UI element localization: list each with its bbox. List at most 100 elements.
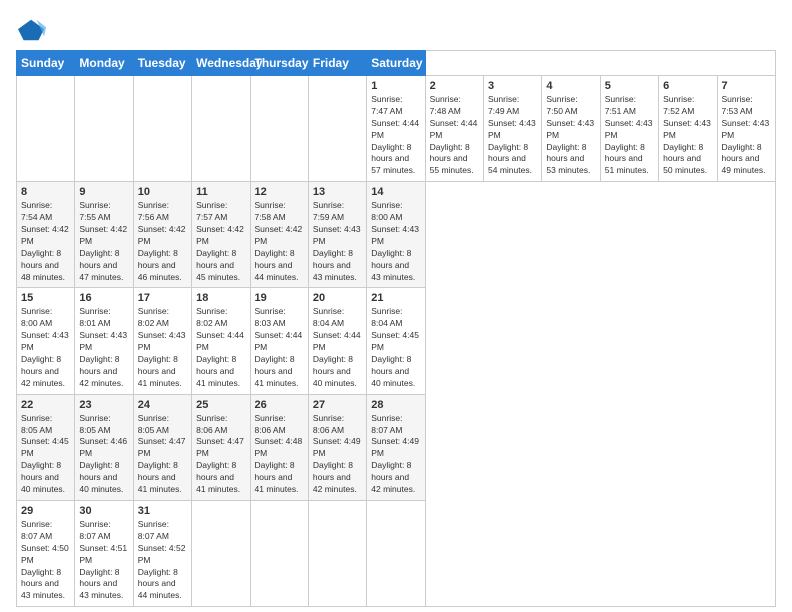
day-number: 13 [313, 186, 362, 198]
header-friday: Friday [308, 51, 366, 76]
calendar-cell: 27 Sunrise: 8:06 AM Sunset: 4:49 PM Dayl… [308, 394, 366, 500]
day-info: Sunrise: 7:58 AM Sunset: 4:42 PM Dayligh… [255, 200, 304, 283]
day-number: 21 [371, 292, 420, 304]
day-info: Sunrise: 8:00 AM Sunset: 4:43 PM Dayligh… [371, 200, 420, 283]
calendar-cell: 10 Sunrise: 7:56 AM Sunset: 4:42 PM Dayl… [133, 182, 191, 288]
calendar-cell [250, 500, 308, 606]
calendar-cell [75, 76, 133, 182]
calendar-cell: 28 Sunrise: 8:07 AM Sunset: 4:49 PM Dayl… [367, 394, 425, 500]
calendar-cell: 31 Sunrise: 8:07 AM Sunset: 4:52 PM Dayl… [133, 500, 191, 606]
calendar-cell: 4 Sunrise: 7:50 AM Sunset: 4:43 PM Dayli… [542, 76, 600, 182]
calendar-cell: 17 Sunrise: 8:02 AM Sunset: 4:43 PM Dayl… [133, 288, 191, 394]
day-info: Sunrise: 8:05 AM Sunset: 4:47 PM Dayligh… [138, 413, 187, 496]
day-info: Sunrise: 8:00 AM Sunset: 4:43 PM Dayligh… [21, 306, 70, 389]
calendar-cell: 8 Sunrise: 7:54 AM Sunset: 4:42 PM Dayli… [17, 182, 75, 288]
calendar-week-1: 8 Sunrise: 7:54 AM Sunset: 4:42 PM Dayli… [17, 182, 776, 288]
day-number: 27 [313, 399, 362, 411]
calendar-cell: 12 Sunrise: 7:58 AM Sunset: 4:42 PM Dayl… [250, 182, 308, 288]
day-info: Sunrise: 8:02 AM Sunset: 4:44 PM Dayligh… [196, 306, 245, 389]
calendar-cell: 15 Sunrise: 8:00 AM Sunset: 4:43 PM Dayl… [17, 288, 75, 394]
day-number: 3 [488, 80, 537, 92]
calendar-cell: 7 Sunrise: 7:53 AM Sunset: 4:43 PM Dayli… [717, 76, 776, 182]
day-number: 31 [138, 505, 187, 517]
header [16, 16, 776, 40]
calendar-cell [308, 76, 366, 182]
day-info: Sunrise: 7:49 AM Sunset: 4:43 PM Dayligh… [488, 94, 537, 177]
header-sunday: Sunday [17, 51, 75, 76]
calendar-cell [192, 76, 250, 182]
day-number: 14 [371, 186, 420, 198]
header-saturday: Saturday [367, 51, 425, 76]
day-number: 16 [79, 292, 128, 304]
day-number: 18 [196, 292, 245, 304]
page: SundayMondayTuesdayWednesdayThursdayFrid… [0, 0, 792, 612]
calendar-cell: 11 Sunrise: 7:57 AM Sunset: 4:42 PM Dayl… [192, 182, 250, 288]
day-info: Sunrise: 7:55 AM Sunset: 4:42 PM Dayligh… [79, 200, 128, 283]
day-info: Sunrise: 8:07 AM Sunset: 4:49 PM Dayligh… [371, 413, 420, 496]
day-info: Sunrise: 8:01 AM Sunset: 4:43 PM Dayligh… [79, 306, 128, 389]
calendar-cell: 1 Sunrise: 7:47 AM Sunset: 4:44 PM Dayli… [367, 76, 425, 182]
day-info: Sunrise: 7:47 AM Sunset: 4:44 PM Dayligh… [371, 94, 420, 177]
day-number: 1 [371, 80, 420, 92]
header-tuesday: Tuesday [133, 51, 191, 76]
day-number: 4 [546, 80, 595, 92]
calendar-cell: 5 Sunrise: 7:51 AM Sunset: 4:43 PM Dayli… [600, 76, 658, 182]
calendar-cell: 20 Sunrise: 8:04 AM Sunset: 4:44 PM Dayl… [308, 288, 366, 394]
day-info: Sunrise: 7:50 AM Sunset: 4:43 PM Dayligh… [546, 94, 595, 177]
day-info: Sunrise: 8:05 AM Sunset: 4:46 PM Dayligh… [79, 413, 128, 496]
day-info: Sunrise: 8:06 AM Sunset: 4:48 PM Dayligh… [255, 413, 304, 496]
day-info: Sunrise: 8:03 AM Sunset: 4:44 PM Dayligh… [255, 306, 304, 389]
calendar-cell: 2 Sunrise: 7:48 AM Sunset: 4:44 PM Dayli… [425, 76, 483, 182]
day-info: Sunrise: 7:48 AM Sunset: 4:44 PM Dayligh… [430, 94, 479, 177]
day-info: Sunrise: 7:52 AM Sunset: 4:43 PM Dayligh… [663, 94, 712, 177]
header-monday: Monday [75, 51, 133, 76]
day-info: Sunrise: 8:02 AM Sunset: 4:43 PM Dayligh… [138, 306, 187, 389]
day-number: 7 [722, 80, 772, 92]
day-info: Sunrise: 8:04 AM Sunset: 4:45 PM Dayligh… [371, 306, 420, 389]
calendar-cell [250, 76, 308, 182]
day-number: 15 [21, 292, 70, 304]
day-number: 25 [196, 399, 245, 411]
calendar-cell: 3 Sunrise: 7:49 AM Sunset: 4:43 PM Dayli… [484, 76, 542, 182]
calendar-cell [367, 500, 425, 606]
day-info: Sunrise: 8:05 AM Sunset: 4:45 PM Dayligh… [21, 413, 70, 496]
calendar-cell: 22 Sunrise: 8:05 AM Sunset: 4:45 PM Dayl… [17, 394, 75, 500]
calendar-cell: 30 Sunrise: 8:07 AM Sunset: 4:51 PM Dayl… [75, 500, 133, 606]
calendar-cell: 18 Sunrise: 8:02 AM Sunset: 4:44 PM Dayl… [192, 288, 250, 394]
calendar-cell: 21 Sunrise: 8:04 AM Sunset: 4:45 PM Dayl… [367, 288, 425, 394]
day-number: 20 [313, 292, 362, 304]
day-info: Sunrise: 8:04 AM Sunset: 4:44 PM Dayligh… [313, 306, 362, 389]
logo-icon [18, 16, 46, 44]
day-info: Sunrise: 7:56 AM Sunset: 4:42 PM Dayligh… [138, 200, 187, 283]
day-info: Sunrise: 7:53 AM Sunset: 4:43 PM Dayligh… [722, 94, 772, 177]
calendar-cell: 6 Sunrise: 7:52 AM Sunset: 4:43 PM Dayli… [659, 76, 717, 182]
calendar-week-3: 22 Sunrise: 8:05 AM Sunset: 4:45 PM Dayl… [17, 394, 776, 500]
calendar-week-0: 1 Sunrise: 7:47 AM Sunset: 4:44 PM Dayli… [17, 76, 776, 182]
day-number: 12 [255, 186, 304, 198]
calendar-cell: 13 Sunrise: 7:59 AM Sunset: 4:43 PM Dayl… [308, 182, 366, 288]
calendar-cell: 29 Sunrise: 8:07 AM Sunset: 4:50 PM Dayl… [17, 500, 75, 606]
day-info: Sunrise: 7:51 AM Sunset: 4:43 PM Dayligh… [605, 94, 654, 177]
day-number: 26 [255, 399, 304, 411]
day-number: 9 [79, 186, 128, 198]
calendar-cell: 23 Sunrise: 8:05 AM Sunset: 4:46 PM Dayl… [75, 394, 133, 500]
day-number: 28 [371, 399, 420, 411]
day-number: 23 [79, 399, 128, 411]
calendar-cell: 26 Sunrise: 8:06 AM Sunset: 4:48 PM Dayl… [250, 394, 308, 500]
day-number: 10 [138, 186, 187, 198]
calendar-week-4: 29 Sunrise: 8:07 AM Sunset: 4:50 PM Dayl… [17, 500, 776, 606]
day-number: 30 [79, 505, 128, 517]
day-number: 22 [21, 399, 70, 411]
day-info: Sunrise: 8:06 AM Sunset: 4:49 PM Dayligh… [313, 413, 362, 496]
calendar-table: SundayMondayTuesdayWednesdayThursdayFrid… [16, 50, 776, 607]
day-info: Sunrise: 8:07 AM Sunset: 4:52 PM Dayligh… [138, 519, 187, 602]
calendar-cell: 24 Sunrise: 8:05 AM Sunset: 4:47 PM Dayl… [133, 394, 191, 500]
header-thursday: Thursday [250, 51, 308, 76]
day-number: 5 [605, 80, 654, 92]
calendar-cell: 16 Sunrise: 8:01 AM Sunset: 4:43 PM Dayl… [75, 288, 133, 394]
day-info: Sunrise: 8:07 AM Sunset: 4:51 PM Dayligh… [79, 519, 128, 602]
day-number: 17 [138, 292, 187, 304]
logo [16, 16, 46, 40]
day-info: Sunrise: 7:57 AM Sunset: 4:42 PM Dayligh… [196, 200, 245, 283]
calendar-cell: 19 Sunrise: 8:03 AM Sunset: 4:44 PM Dayl… [250, 288, 308, 394]
